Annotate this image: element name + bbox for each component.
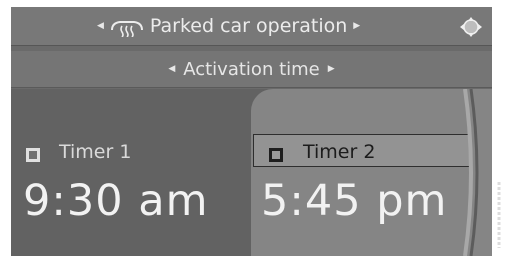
timer-1-panel[interactable]: Timer 1 9:30 am — [11, 89, 251, 256]
timer-2-panel[interactable]: Timer 2 5:45 pm — [251, 89, 492, 256]
page-title: Parked car operation — [149, 15, 348, 37]
timer-1-time: 9:30 am — [23, 176, 209, 226]
parked-car-heater-icon — [110, 15, 144, 37]
title-bar: ◀ Parked car operation ▶ — [11, 7, 492, 46]
subheader-group[interactable]: ◀ Activation time ▶ — [11, 55, 492, 83]
right-arrow-icon[interactable]: ▶ — [353, 21, 360, 31]
right-arrow-icon[interactable]: ▶ — [328, 64, 335, 74]
image-code-watermark — [497, 182, 501, 248]
idrive-screen: ◀ Parked car operation ▶ ◀ Activation ti… — [11, 7, 492, 256]
left-arrow-icon[interactable]: ◀ — [97, 21, 104, 31]
timer-1-checkbox[interactable] — [26, 148, 40, 162]
subheader-bar: ◀ Activation time ▶ — [11, 51, 492, 88]
timer-2-label: Timer 2 — [303, 141, 376, 163]
timer-2-time: 5:45 pm — [261, 176, 448, 226]
menu-edge-arc — [463, 89, 479, 256]
timer-2-checkbox[interactable] — [269, 148, 283, 162]
timer-1-label: Timer 1 — [59, 141, 132, 163]
title-group[interactable]: ◀ Parked car operation ▶ — [97, 11, 360, 41]
subheader-title: Activation time — [183, 58, 320, 80]
left-arrow-icon[interactable]: ◀ — [168, 64, 175, 74]
timer-content: Timer 1 9:30 am Timer 2 5:45 pm — [11, 89, 492, 256]
controller-direction-icon — [456, 13, 486, 41]
